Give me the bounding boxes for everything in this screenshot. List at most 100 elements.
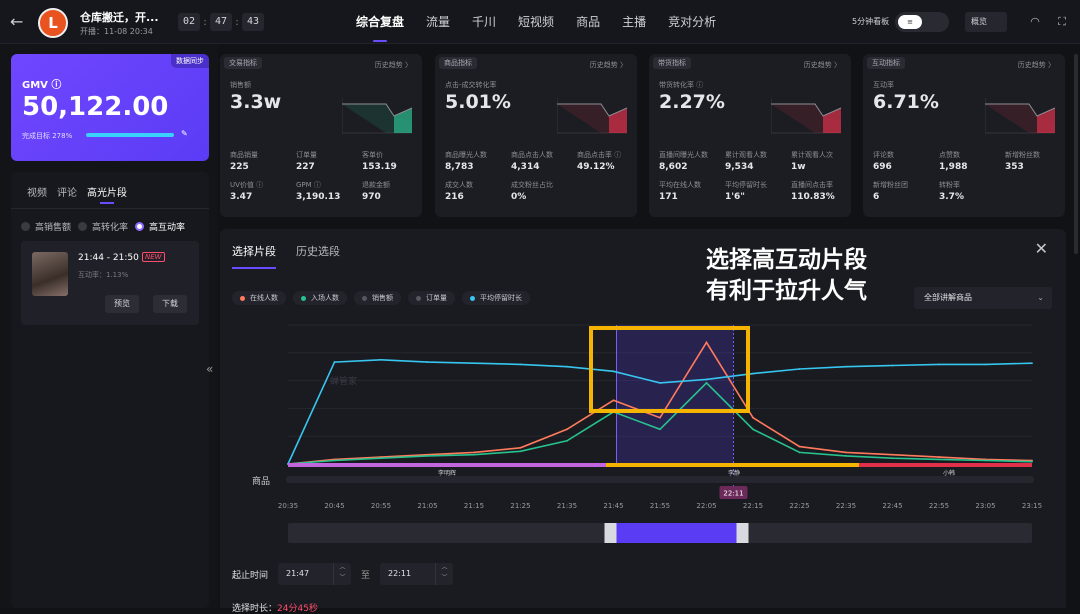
metric-cell: 点赞数 1,988: [939, 151, 968, 172]
data-point: [891, 457, 894, 460]
history-trend-link[interactable]: 历史趋势 〉: [1018, 60, 1055, 70]
filter-high-sales[interactable]: 高销售额: [21, 220, 71, 233]
side-tab-comments[interactable]: 评论: [57, 184, 77, 199]
legend-item[interactable]: 平均停留时长: [462, 291, 530, 305]
data-point: [1031, 362, 1033, 365]
data-point: [752, 416, 754, 419]
back-arrow-icon[interactable]: ←: [10, 12, 23, 31]
divider: [11, 208, 209, 209]
history-trend-link[interactable]: 历史趋势 〉: [804, 60, 841, 70]
end-time-input[interactable]: 22:11 ︿ ﹀: [380, 563, 454, 585]
x-tick-label: 21:35: [557, 502, 577, 510]
filter-high-conversion[interactable]: 高转化率: [78, 220, 128, 233]
metric-cell: 商品曝光人数 8,783: [445, 151, 487, 172]
legend-item[interactable]: 在线人数: [232, 291, 286, 305]
board-label: 5分钟看板: [852, 17, 890, 26]
stepper-icon[interactable]: ︿ ﹀: [435, 563, 453, 585]
anchor-strip: [606, 463, 859, 467]
metric-tag: 商品指标: [439, 57, 477, 69]
data-point: [798, 451, 801, 454]
data-point: [473, 362, 475, 365]
board-toggle[interactable]: ≡: [895, 12, 949, 32]
range-handle-left: [604, 523, 617, 543]
data-point: [519, 450, 522, 453]
data-point: [519, 363, 522, 366]
history-trend-link[interactable]: 历史趋势 〉: [590, 60, 627, 70]
overview-button[interactable]: 概览: [965, 12, 1007, 32]
nav-tab-qianchuan[interactable]: 千川: [461, 0, 507, 44]
clip-rate: 互动率：1.13%: [78, 271, 129, 279]
x-tick-label: 22:55: [929, 502, 949, 510]
x-tick-label: 22:35: [836, 502, 856, 510]
filter-high-interaction[interactable]: 高互动率: [135, 220, 185, 233]
legend-item[interactable]: 订单量: [408, 291, 455, 305]
side-tab-video[interactable]: 视频: [27, 184, 47, 199]
radio-icon: [21, 222, 30, 231]
clip-thumbnail[interactable]: [32, 252, 68, 296]
product-filter-dropdown[interactable]: 全部讲解商品 ⌄: [914, 287, 1052, 309]
preview-button[interactable]: 预览: [105, 295, 139, 313]
metric-card: 互动指标 历史趋势 〉互动率 6.71% 评论数 696 点赞数 1,988 新增粉丝数 353…: [863, 54, 1065, 217]
legend-item[interactable]: 入场人数: [293, 291, 347, 305]
shop-name: 仓库搬迁，开...: [80, 11, 159, 24]
clip-select-modal: 选择片段 历史选段 ✕ 选择高互动片段 有利于拉升人气 在线人数 入场人数 销售额订…: [220, 229, 1066, 614]
fullscreen-icon[interactable]: ⛶: [1054, 14, 1070, 30]
headline-line-2: 有利于拉升人气: [706, 278, 867, 304]
trend-chart[interactable]: 李明辉 李静 小韩商品 22:11 蝉管家 20:35 20:45 20:55 21:05 21:…: [220, 319, 1066, 554]
data-point: [938, 458, 940, 461]
data-point: [426, 361, 429, 363]
data-point: [845, 365, 847, 368]
data-point: [1031, 460, 1033, 463]
data-point: [612, 370, 615, 373]
duration-label: 选择时长：: [232, 604, 278, 614]
highlight-filters: 高销售额 高转化率 高互动率: [21, 220, 192, 233]
clip-card[interactable]: 21:44 - 21:50 NEW 互动率：1.13% 预览 下载: [21, 241, 199, 325]
nav-tab-traffic[interactable]: 流量: [415, 0, 461, 44]
x-tick-label: 20:45: [324, 502, 344, 510]
metric-card: 带货指标 历史趋势 〉带货转化率 ⓘ 2.27% 直播间曝光人数 8,602 累计观看人数…: [649, 54, 851, 217]
edit-icon[interactable]: ✎: [181, 129, 188, 138]
nav-tab-competitors[interactable]: 竞对分析: [657, 0, 727, 44]
metric-cell: 平均在线人数 171: [659, 181, 701, 202]
legend-dot-icon: [301, 295, 306, 301]
timer-hours: 02: [178, 13, 200, 31]
x-tick-label: 20:55: [371, 502, 391, 510]
to-label: 至: [361, 570, 371, 581]
data-point: [891, 364, 894, 367]
shop-avatar: L: [38, 8, 68, 38]
history-trend-link[interactable]: 历史趋势 〉: [375, 60, 412, 70]
metric-label: 互动率: [873, 81, 894, 89]
collapse-icon[interactable]: «: [206, 362, 213, 376]
nav-tab-products[interactable]: 商品: [565, 0, 611, 44]
download-button[interactable]: 下载: [153, 295, 187, 313]
metric-value: 5.01%: [445, 91, 511, 113]
nav-tab-hosts[interactable]: 主播: [611, 0, 657, 44]
new-badge: NEW: [142, 252, 165, 262]
metric-cell: 退款金额 970: [362, 181, 390, 202]
tab-history-clips[interactable]: 历史选段: [296, 243, 340, 259]
close-icon[interactable]: ✕: [1035, 239, 1048, 258]
x-tick-label: 21:15: [464, 502, 484, 510]
data-point: [333, 459, 336, 462]
data-point: [984, 459, 987, 462]
product-row-label: 商品: [252, 475, 270, 487]
metric-cell: 成交粉丝占比 0%: [511, 181, 553, 202]
tab-select-clip[interactable]: 选择片段: [232, 243, 276, 269]
scrollbar[interactable]: [1074, 54, 1078, 254]
main-nav: 综合复盘 流量 千川 短视频 商品 主播 竞对分析: [345, 0, 727, 44]
data-point: [798, 445, 801, 448]
start-time-input[interactable]: 21:47 ︿ ﹀: [278, 563, 352, 585]
headset-icon[interactable]: ◠: [1027, 14, 1043, 30]
range-handle-right: [736, 523, 749, 543]
anchor-label: 李明辉: [438, 469, 456, 477]
side-tab-highlights[interactable]: 高光片段: [87, 184, 127, 204]
data-point: [566, 428, 568, 431]
x-tick-label: 21:45: [603, 502, 623, 510]
timer-minutes: 47: [210, 13, 232, 31]
metric-cell: 客单价 153.19: [362, 151, 397, 172]
legend-dot-icon: [470, 295, 475, 301]
stepper-icon[interactable]: ︿ ﹀: [333, 563, 351, 585]
nav-tab-short-video[interactable]: 短视频: [507, 0, 565, 44]
nav-tab-overview[interactable]: 综合复盘: [345, 0, 415, 44]
legend-item[interactable]: 销售额: [354, 291, 401, 305]
